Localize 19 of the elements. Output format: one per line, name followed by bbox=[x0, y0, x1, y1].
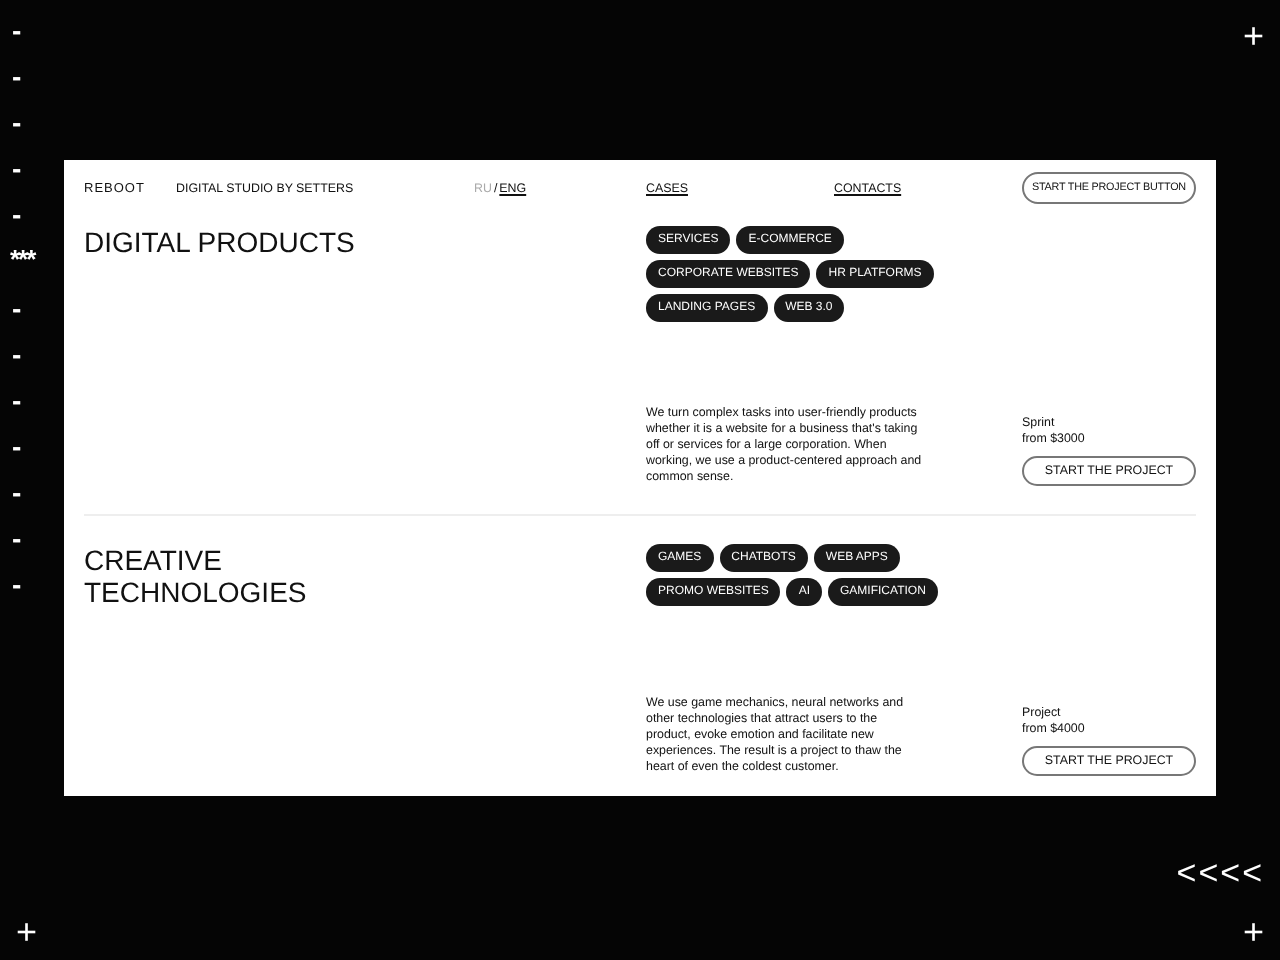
section-title: DIGITAL PRODUCTS bbox=[84, 226, 357, 262]
side-mark: - bbox=[10, 58, 22, 96]
side-mark: - bbox=[10, 520, 22, 558]
side-mark: - bbox=[10, 104, 22, 142]
side-mark: - bbox=[10, 12, 22, 50]
side-mark: *** bbox=[10, 242, 35, 278]
side-mark: - bbox=[10, 382, 22, 420]
side-mark: - bbox=[10, 196, 22, 234]
side-mark: - bbox=[10, 566, 22, 604]
plus-mark: + bbox=[16, 914, 38, 950]
side-mark: - bbox=[10, 474, 22, 512]
side-mark: - bbox=[10, 150, 22, 188]
back-arrows[interactable]: <<<< bbox=[1176, 854, 1264, 894]
plus-mark: + bbox=[1242, 914, 1264, 950]
side-mark: - bbox=[10, 290, 22, 328]
side-mark: - bbox=[10, 336, 22, 374]
side-mark: - bbox=[10, 428, 22, 466]
plus-mark: + bbox=[1242, 18, 1264, 54]
section-title: CREATIVE TECHNOLOGIES bbox=[84, 544, 309, 612]
